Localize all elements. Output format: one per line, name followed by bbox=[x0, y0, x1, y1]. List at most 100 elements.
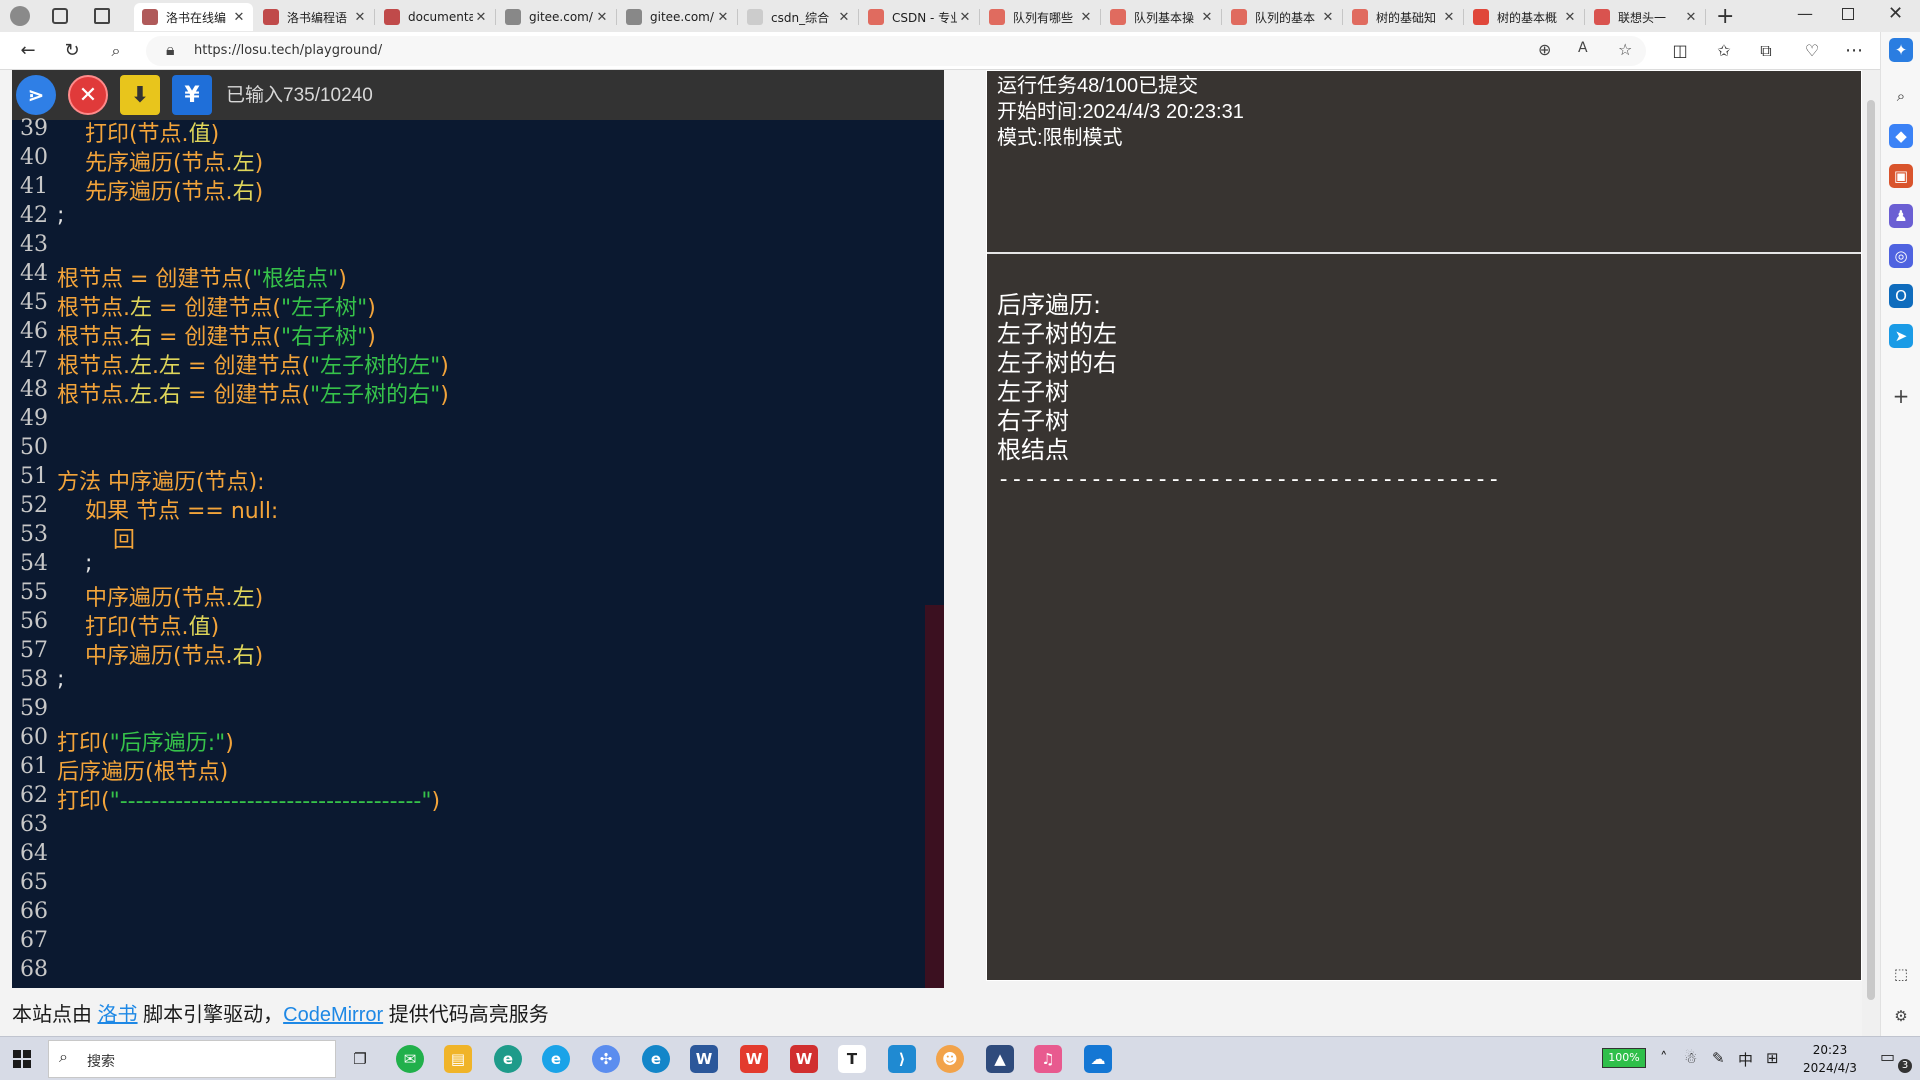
screenshot-icon[interactable]: ⬚ bbox=[1889, 962, 1913, 986]
stop-button[interactable]: ✕ bbox=[68, 75, 108, 115]
tab-close-icon[interactable]: ✕ bbox=[1320, 10, 1336, 25]
run-button[interactable]: ⋗ bbox=[16, 75, 56, 115]
tab-close-icon[interactable]: ✕ bbox=[715, 10, 731, 25]
url-box[interactable]: 🔒︎ https://losu.tech/playground/ ⊕ A ☆ bbox=[146, 36, 1646, 66]
browser-tab[interactable]: gitee.com/✕ bbox=[497, 3, 616, 31]
tab-close-icon[interactable]: ✕ bbox=[231, 10, 247, 25]
office-icon[interactable]: ◎ bbox=[1889, 244, 1913, 268]
tools-icon[interactable]: ▣ bbox=[1889, 164, 1913, 188]
task-view-icon[interactable]: ❐ bbox=[346, 1045, 374, 1073]
edge-active-icon[interactable]: e bbox=[642, 1045, 670, 1073]
browser-tab[interactable]: 队列基本操 ✕ bbox=[1102, 3, 1221, 31]
start-icon[interactable] bbox=[13, 1050, 31, 1068]
search-icon[interactable]: ⌕ bbox=[102, 39, 130, 63]
code-editor[interactable]: ⋗ ✕ ⬇ ¥ 已输入735/10240 39 40 41 42 43 44 45 46 47 4… bbox=[12, 70, 944, 988]
tab-close-icon[interactable]: ✕ bbox=[1562, 10, 1578, 25]
app-audio-icon[interactable]: ♫ bbox=[1034, 1045, 1062, 1073]
explorer-icon[interactable]: ▤ bbox=[444, 1045, 472, 1073]
browser-tab[interactable]: documentati✕ bbox=[376, 3, 495, 31]
code-line[interactable]: ; bbox=[57, 667, 64, 692]
tab-close-icon[interactable]: ✕ bbox=[1683, 10, 1699, 25]
refresh-button[interactable]: ↻ bbox=[58, 39, 86, 63]
taskbar-search[interactable]: ⌕ 搜索 bbox=[48, 1040, 336, 1078]
code-line[interactable]: 打印(节点.值) bbox=[57, 116, 219, 148]
browser-tab[interactable]: gitee.com/✕ bbox=[618, 3, 737, 31]
ime-indicator[interactable]: 中 bbox=[1738, 1049, 1753, 1070]
tab-close-icon[interactable]: ✕ bbox=[473, 10, 489, 25]
browser-tab[interactable]: 联想头一 ✕ bbox=[1586, 3, 1705, 31]
code-line[interactable]: 根节点.左.右 = 创建节点("左子树的右") bbox=[57, 377, 449, 409]
codemirror-link[interactable]: CodeMirror bbox=[283, 1004, 383, 1026]
ie-icon[interactable]: e bbox=[542, 1045, 570, 1073]
browser-tab[interactable]: 队列的基本 ✕ bbox=[1223, 3, 1342, 31]
app-orange-icon[interactable]: ☻ bbox=[936, 1045, 964, 1073]
tab-close-icon[interactable]: ✕ bbox=[1078, 10, 1094, 25]
settings-icon[interactable]: ⚙ bbox=[1889, 1004, 1913, 1028]
browser-tab[interactable]: 洛书在线编 ✕ bbox=[134, 3, 253, 31]
browser-essentials-icon[interactable]: ♡ bbox=[1798, 39, 1826, 63]
app-photos-icon[interactable]: ☁ bbox=[1084, 1045, 1112, 1073]
clock[interactable]: 20:23 2024/4/3 bbox=[1788, 1041, 1872, 1077]
tab-close-icon[interactable]: ✕ bbox=[1441, 10, 1457, 25]
code-line[interactable]: ; bbox=[57, 551, 92, 576]
send-icon[interactable]: ➤ bbox=[1889, 324, 1913, 348]
favorite-star-icon[interactable]: ☆ bbox=[1618, 40, 1632, 59]
qq-icon[interactable]: ☃ bbox=[1684, 1049, 1697, 1067]
code-line[interactable]: 打印(节点.值) bbox=[57, 609, 219, 641]
battery-indicator[interactable]: 100% bbox=[1602, 1048, 1646, 1068]
wps-icon[interactable]: W bbox=[740, 1045, 768, 1073]
wechat-icon[interactable]: ✉ bbox=[396, 1045, 424, 1073]
code-line[interactable]: 回 bbox=[57, 522, 135, 554]
vscode-icon[interactable]: ⟩ bbox=[888, 1045, 916, 1073]
code-line[interactable]: 打印("后序遍历:") bbox=[57, 725, 234, 757]
maximize-button[interactable] bbox=[1842, 8, 1854, 20]
page-scrollbar[interactable] bbox=[1862, 70, 1880, 1036]
pen-icon[interactable]: ✎ bbox=[1712, 1049, 1725, 1067]
tab-close-icon[interactable]: ✕ bbox=[957, 10, 973, 25]
app-cat-icon[interactable]: ▲ bbox=[986, 1045, 1014, 1073]
typora-icon[interactable]: T bbox=[838, 1045, 866, 1073]
close-window-button[interactable]: ✕ bbox=[1888, 3, 1903, 24]
keyboard-grid-icon[interactable]: ⊞ bbox=[1766, 1049, 1779, 1067]
new-tab-button[interactable]: + bbox=[1716, 4, 1734, 29]
shopping-icon[interactable]: ◆ bbox=[1889, 124, 1913, 148]
code-line[interactable]: 如果 节点 == null: bbox=[57, 493, 278, 525]
code-line[interactable]: ; bbox=[57, 203, 64, 228]
workspaces-icon[interactable] bbox=[52, 8, 68, 24]
code-line[interactable]: 根节点.左 = 创建节点("左子树") bbox=[57, 290, 376, 322]
code-line[interactable]: 打印("------------------------------------… bbox=[57, 783, 440, 815]
outlook-icon[interactable]: O bbox=[1889, 284, 1913, 308]
download-button[interactable]: ⬇ bbox=[120, 75, 160, 115]
search-sidebar-icon[interactable]: ⌕ bbox=[1889, 84, 1913, 108]
code-line[interactable]: 根节点.右 = 创建节点("右子树") bbox=[57, 319, 376, 351]
tab-close-icon[interactable]: ✕ bbox=[352, 10, 368, 25]
add-sidebar-icon[interactable]: + bbox=[1889, 384, 1913, 408]
code-line[interactable]: 中序遍历(节点.左) bbox=[57, 580, 263, 612]
collections-icon[interactable]: ⧉ bbox=[1752, 39, 1780, 63]
chevron-up-icon[interactable]: ˄ bbox=[1660, 1049, 1668, 1067]
code-line[interactable]: 中序遍历(节点.右) bbox=[57, 638, 263, 670]
tab-close-icon[interactable]: ✕ bbox=[1199, 10, 1215, 25]
code-line[interactable]: 先序遍历(节点.右) bbox=[57, 174, 263, 206]
tab-actions-icon[interactable] bbox=[94, 8, 110, 24]
luoshu-link[interactable]: 洛书 bbox=[98, 1004, 138, 1026]
profile-icon[interactable] bbox=[10, 6, 30, 26]
notification-icon[interactable]: ▭ bbox=[1880, 1047, 1895, 1066]
split-screen-icon[interactable]: ◫ bbox=[1666, 39, 1694, 63]
browser-tab[interactable]: 树的基础知 ✕ bbox=[1344, 3, 1463, 31]
minimize-button[interactable]: — bbox=[1797, 4, 1813, 23]
browser-tab[interactable]: CSDN - 专业 ✕ bbox=[860, 3, 979, 31]
browser-tab[interactable]: 队列有哪些 ✕ bbox=[981, 3, 1100, 31]
browser-tab[interactable]: 树的基本概 ✕ bbox=[1465, 3, 1584, 31]
tab-close-icon[interactable]: ✕ bbox=[836, 10, 852, 25]
scroll-thumb[interactable] bbox=[1867, 100, 1875, 1000]
read-aloud-icon[interactable]: A bbox=[1578, 40, 1588, 56]
browser-tab[interactable]: 洛书编程语 ✕ bbox=[255, 3, 374, 31]
code-line[interactable]: 后序遍历(根节点) bbox=[57, 754, 228, 786]
code-line[interactable]: 根节点.左.左 = 创建节点("左子树的左") bbox=[57, 348, 449, 380]
edge-icon[interactable]: e bbox=[494, 1045, 522, 1073]
games-icon[interactable]: ♟ bbox=[1889, 204, 1913, 228]
back-button[interactable]: ← bbox=[14, 39, 42, 63]
browser-tab[interactable]: csdn_综合 ✕ bbox=[739, 3, 858, 31]
word-icon[interactable]: W bbox=[690, 1045, 718, 1073]
